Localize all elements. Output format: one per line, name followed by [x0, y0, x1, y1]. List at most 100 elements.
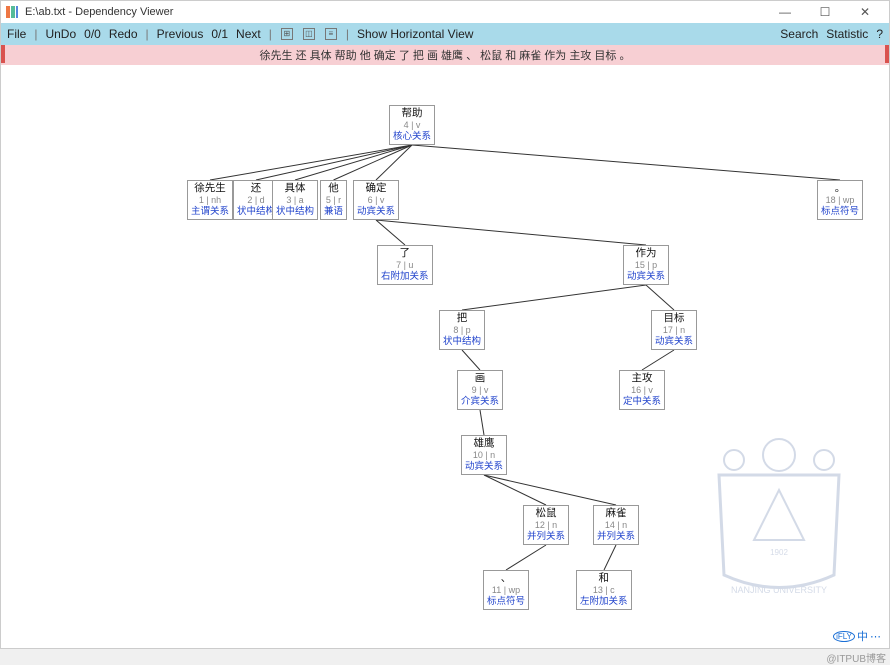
node-meta: 8 | p — [443, 325, 481, 336]
node-relation: 标点符号 — [821, 206, 859, 218]
maximize-button[interactable]: ☐ — [805, 1, 845, 23]
node-word: 雄鹰 — [465, 437, 503, 450]
edge — [376, 220, 646, 245]
node-meta: 5 | r — [324, 195, 343, 206]
node-meta: 11 | wp — [487, 585, 525, 596]
node-meta: 4 | v — [393, 120, 431, 131]
watermark-logo: 1902 NANJING UNIVERSITY — [699, 435, 859, 608]
node-relation: 定中关系 — [623, 396, 661, 408]
close-button[interactable]: ✕ — [845, 1, 885, 23]
node-relation: 左附加关系 — [580, 596, 628, 608]
node-relation: 主谓关系 — [191, 206, 229, 218]
edge — [376, 145, 412, 180]
sentence-text: 徐先生 还 具体 帮助 他 确定 了 把 画 雄鹰 、 松鼠 和 麻雀 作为 主… — [260, 47, 631, 63]
tree-node-n6[interactable]: 确定6 | v动宾关系 — [353, 180, 399, 220]
menu-next[interactable]: Next — [236, 27, 261, 41]
footer-attribution: @ITPUB博客 — [826, 650, 886, 665]
node-word: 帮助 — [393, 107, 431, 120]
node-meta: 15 | p — [627, 260, 665, 271]
node-meta: 18 | wp — [821, 195, 859, 206]
sentence-strip: 徐先生 还 具体 帮助 他 确定 了 把 画 雄鹰 、 松鼠 和 麻雀 作为 主… — [1, 45, 889, 65]
app-icon — [5, 5, 19, 19]
node-relation: 动宾关系 — [655, 336, 693, 348]
node-meta: 9 | v — [461, 385, 499, 396]
node-word: 作为 — [627, 247, 665, 260]
node-relation: 核心关系 — [393, 131, 431, 143]
edge — [462, 350, 480, 370]
edge — [210, 145, 412, 180]
node-relation: 动宾关系 — [627, 271, 665, 283]
tree-node-n17[interactable]: 目标17 | n动宾关系 — [651, 310, 697, 350]
view-toggle-3-icon[interactable]: ≡ — [325, 28, 337, 40]
node-relation: 兼语 — [324, 206, 343, 218]
node-word: 确定 — [357, 182, 395, 195]
tree-canvas[interactable]: 1902 NANJING UNIVERSITY iFLY 中 ⋯ 帮助4 | v… — [1, 65, 889, 648]
node-meta: 6 | v — [357, 195, 395, 206]
node-word: 了 — [381, 247, 429, 260]
svg-text:1902: 1902 — [770, 548, 788, 557]
node-relation: 状中结构 — [443, 336, 481, 348]
tree-node-n14[interactable]: 麻雀14 | n并列关系 — [593, 505, 639, 545]
menubar: File | UnDo 0/0 Redo | Previous 0/1 Next… — [1, 23, 889, 45]
node-meta: 12 | n — [527, 520, 565, 531]
tree-node-n3[interactable]: 具体3 | a状中结构 — [272, 180, 318, 220]
node-word: 画 — [461, 372, 499, 385]
node-word: 麻雀 — [597, 507, 635, 520]
tree-node-n5[interactable]: 他5 | r兼语 — [320, 180, 347, 220]
edge — [480, 410, 484, 435]
edge — [295, 145, 412, 180]
tree-node-n13[interactable]: 和13 | c左附加关系 — [576, 570, 632, 610]
tree-node-n15[interactable]: 作为15 | p动宾关系 — [623, 245, 669, 285]
node-word: 和 — [580, 572, 628, 585]
app-window: E:\ab.txt - Dependency Viewer — ☐ ✕ File… — [0, 0, 890, 649]
tree-node-n7[interactable]: 了7 | u右附加关系 — [377, 245, 433, 285]
menu-undo[interactable]: UnDo — [45, 27, 76, 41]
menu-previous[interactable]: Previous — [157, 27, 204, 41]
menu-show-horizontal[interactable]: Show Horizontal View — [357, 27, 474, 41]
tree-node-n10[interactable]: 雄鹰10 | n动宾关系 — [461, 435, 507, 475]
edge — [484, 475, 616, 505]
tree-node-n18[interactable]: 。18 | wp标点符号 — [817, 180, 863, 220]
svg-text:NANJING UNIVERSITY: NANJING UNIVERSITY — [731, 585, 827, 595]
menu-search[interactable]: Search — [780, 27, 818, 41]
left-marker — [1, 45, 5, 63]
node-word: 松鼠 — [527, 507, 565, 520]
node-word: 主攻 — [623, 372, 661, 385]
ime-more-icon: ⋯ — [870, 630, 881, 643]
menu-statistic[interactable]: Statistic — [826, 27, 868, 41]
minimize-button[interactable]: — — [765, 1, 805, 23]
node-meta: 10 | n — [465, 450, 503, 461]
edge — [604, 545, 616, 570]
node-relation: 右附加关系 — [381, 271, 429, 283]
edge — [334, 145, 413, 180]
menu-file[interactable]: File — [7, 27, 26, 41]
node-word: 。 — [821, 182, 859, 195]
position-counter: 0/1 — [211, 27, 228, 41]
edge — [506, 545, 546, 570]
tree-node-n4[interactable]: 帮助4 | v核心关系 — [389, 105, 435, 145]
node-relation: 状中结构 — [237, 206, 275, 218]
tree-node-n11[interactable]: 、11 | wp标点符号 — [483, 570, 529, 610]
node-meta: 3 | a — [276, 195, 314, 206]
node-relation: 介宾关系 — [461, 396, 499, 408]
menu-help[interactable]: ? — [876, 27, 883, 41]
tree-node-n1[interactable]: 徐先生1 | nh主谓关系 — [187, 180, 233, 220]
edge — [484, 475, 546, 505]
tree-node-n16[interactable]: 主攻16 | v定中关系 — [619, 370, 665, 410]
node-word: 目标 — [655, 312, 693, 325]
node-relation: 并列关系 — [527, 531, 565, 543]
view-toggle-2-icon[interactable]: ◫ — [303, 28, 315, 40]
ime-badge[interactable]: iFLY 中 ⋯ — [833, 628, 881, 644]
tree-node-n8[interactable]: 把8 | p状中结构 — [439, 310, 485, 350]
node-word: 、 — [487, 572, 525, 585]
ime-lang: 中 — [857, 628, 868, 644]
node-word: 把 — [443, 312, 481, 325]
tree-node-n9[interactable]: 画9 | v介宾关系 — [457, 370, 503, 410]
menu-redo[interactable]: Redo — [109, 27, 138, 41]
node-meta: 1 | nh — [191, 195, 229, 206]
edge — [642, 350, 674, 370]
view-toggle-1-icon[interactable]: ⊞ — [281, 28, 293, 40]
edge — [412, 145, 840, 180]
tree-node-n12[interactable]: 松鼠12 | n并列关系 — [523, 505, 569, 545]
node-meta: 14 | n — [597, 520, 635, 531]
